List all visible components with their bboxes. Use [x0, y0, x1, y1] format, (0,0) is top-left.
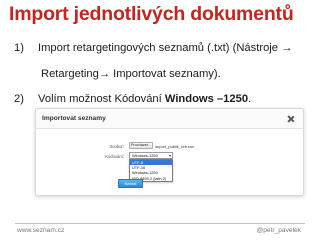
- step-2-suffix: .: [248, 93, 252, 105]
- step-1-continuation: Retargeting→ Importovat seznamy).: [41, 68, 221, 80]
- encoding-select[interactable]: Windows-1250: [129, 152, 173, 159]
- step-2-bold: Windows –1250: [164, 93, 249, 105]
- step-2-number: 2): [14, 93, 24, 105]
- step-1-number: 1): [14, 42, 24, 54]
- slide-title: Import jednotlivých dokumentů: [9, 3, 294, 25]
- dialog-header: Importovat seznamy: [36, 109, 303, 129]
- file-name: import_publik_retr.csv: [155, 144, 194, 149]
- browse-button[interactable]: Procházet...: [129, 142, 153, 149]
- dialog-title: Importovat seznamy: [42, 115, 106, 122]
- step-2-text: Volím možnost Kódování: [38, 93, 165, 105]
- footer-handle: @petr_pavelek: [256, 227, 301, 234]
- file-label: Soubor:: [109, 144, 124, 149]
- step-1: 1) Import retargetingových seznamů (.txt)…: [14, 42, 292, 54]
- footer-divider: [15, 223, 305, 224]
- footer-website: www.seznam.cz: [17, 227, 65, 234]
- import-dialog: Importovat seznamy Soubor: Procházet... …: [35, 108, 304, 196]
- step-1-text: Import retargetingových seznamů (.txt) (…: [38, 42, 293, 54]
- chevron-down-icon: [169, 154, 171, 157]
- upload-button[interactable]: Nahrát soubor: [118, 179, 143, 193]
- close-icon[interactable]: [287, 115, 295, 123]
- encoding-selected-value: Windows-1250: [132, 153, 158, 158]
- encoding-label: Kódování:: [105, 154, 124, 159]
- step-2: 2) Volím možnost Kódování Windows –1250.: [14, 93, 251, 105]
